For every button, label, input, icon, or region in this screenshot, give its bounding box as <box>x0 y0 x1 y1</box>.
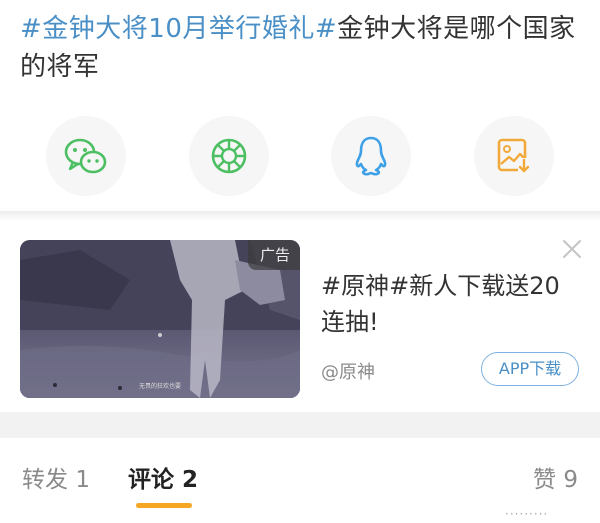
tab-likes[interactable]: 赞 9 <box>533 460 578 494</box>
save-image-icon <box>497 138 530 174</box>
ad-source[interactable]: @原神 <box>321 358 375 384</box>
watermark: ········· <box>505 507 549 521</box>
active-tab-indicator <box>136 503 192 508</box>
section-gap <box>0 412 600 438</box>
topic-hashtag-link[interactable]: #金钟大将10月举行婚礼# <box>20 14 337 44</box>
tab-likes-count: 9 <box>563 467 578 493</box>
share-moments-button[interactable] <box>189 116 269 196</box>
moments-icon <box>211 138 247 174</box>
tab-likes-label: 赞 <box>533 467 556 493</box>
app-download-button[interactable]: APP下载 <box>481 352 579 386</box>
tab-comments-label: 评论 <box>128 467 174 493</box>
wechat-icon <box>64 138 107 174</box>
section-divider <box>0 211 600 221</box>
tab-reposts[interactable]: 转发 1 <box>22 460 90 494</box>
tab-comments[interactable]: 评论 2 <box>128 460 198 494</box>
tab-comments-count: 2 <box>182 467 199 493</box>
close-icon[interactable] <box>561 238 583 260</box>
tab-reposts-label: 转发 <box>22 467 68 493</box>
share-row <box>0 116 600 200</box>
ad-thumb-caption: 无畏的狂欢也要 <box>138 383 181 390</box>
ad-badge: 广告 <box>247 240 300 270</box>
ad-text[interactable]: #原神#新人下载送20连抽! <box>321 268 571 340</box>
ad-thumbnail[interactable]: 广告 无畏的狂欢也要 <box>20 240 300 398</box>
share-qq-button[interactable] <box>331 116 411 196</box>
post-title: #金钟大将10月举行婚礼#金钟大将是哪个国家的将军 <box>20 10 580 86</box>
qq-icon <box>355 136 387 176</box>
tab-reposts-count: 1 <box>75 467 90 493</box>
save-image-button[interactable] <box>474 116 554 196</box>
share-wechat-button[interactable] <box>46 116 126 196</box>
ad-card[interactable]: 广告 无畏的狂欢也要 #原神#新人下载送20连抽! @原神 APP下载 <box>0 222 600 412</box>
